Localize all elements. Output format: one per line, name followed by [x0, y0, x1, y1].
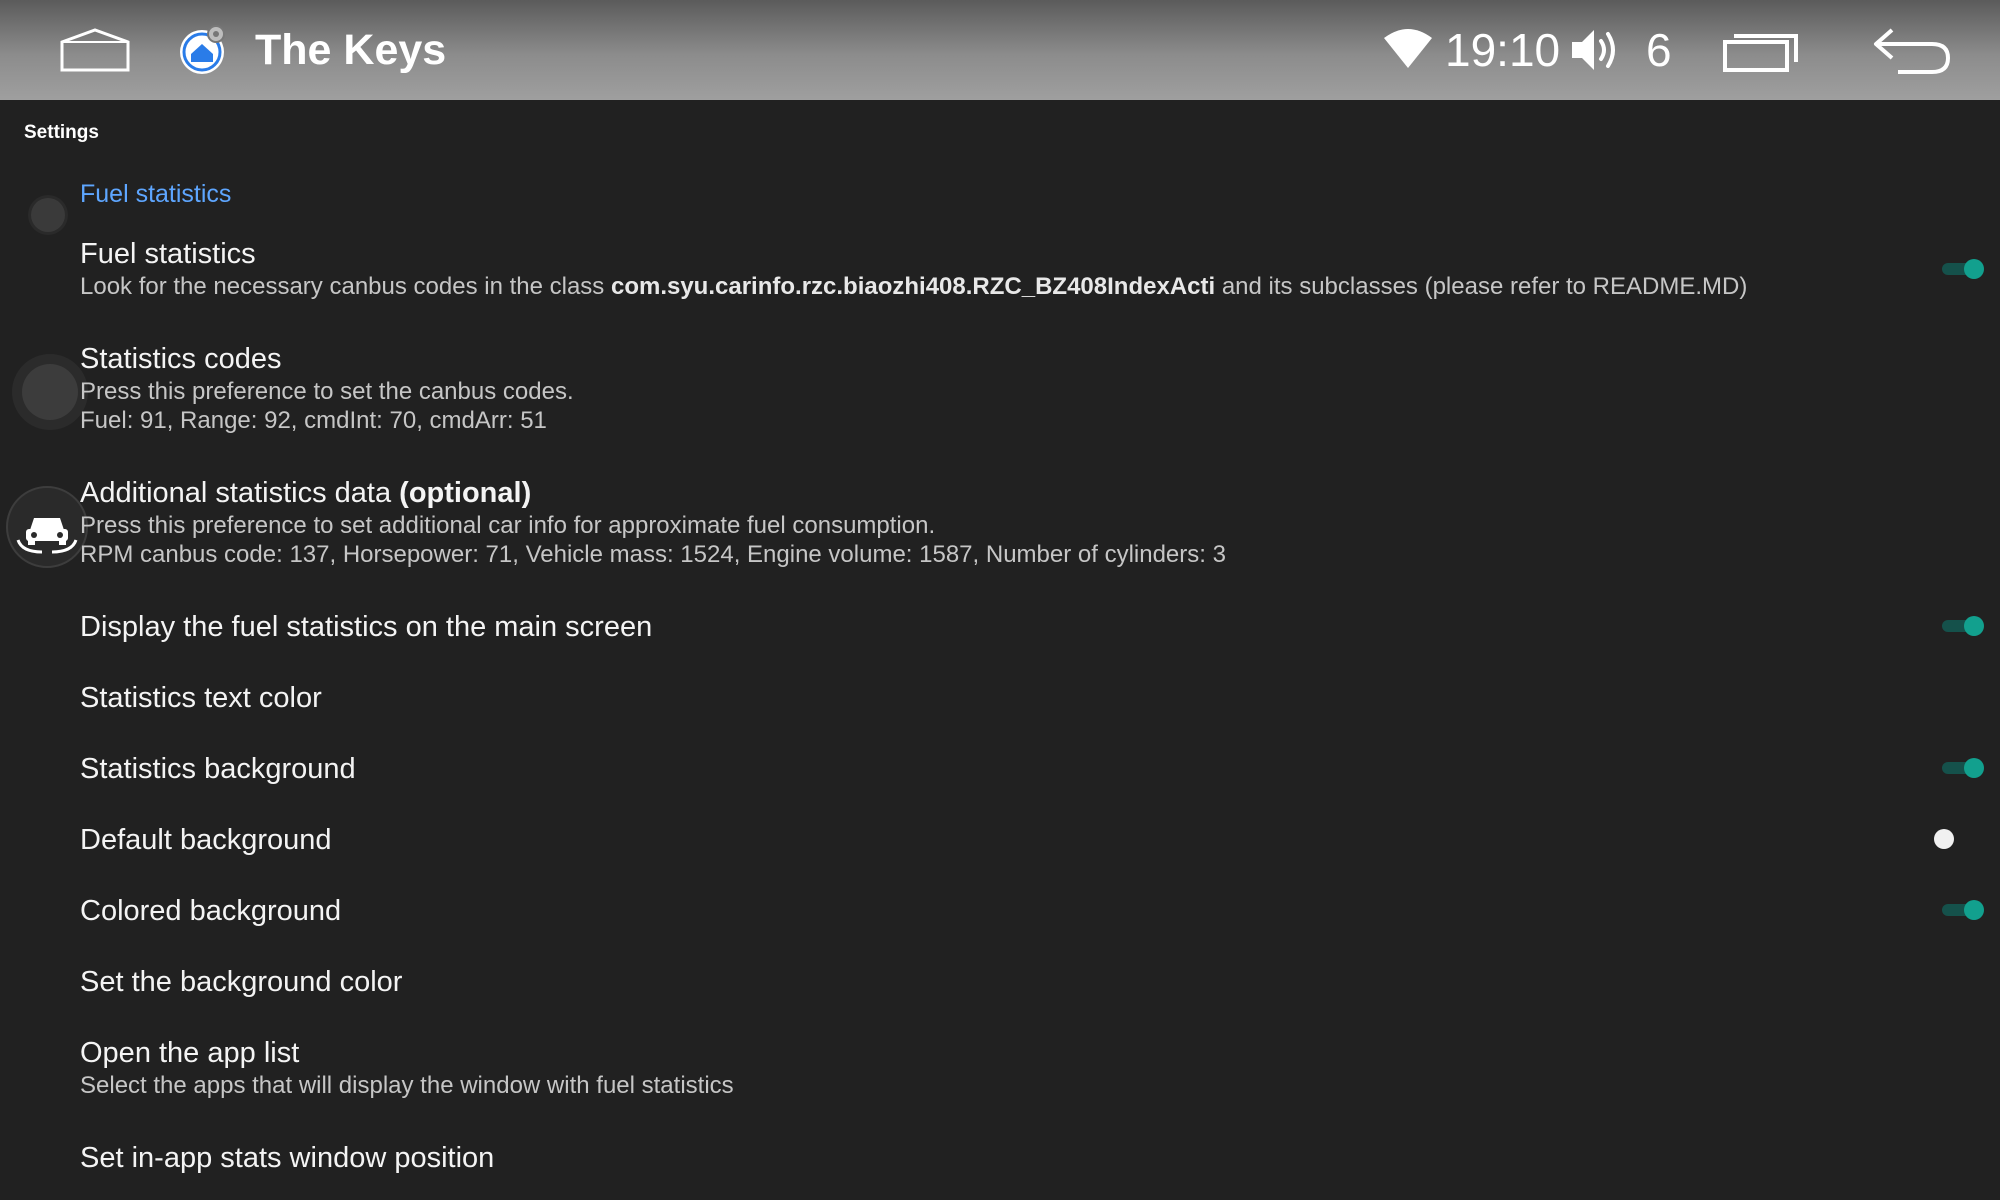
pref-title: Set the background color [80, 966, 403, 998]
pref-summary-line1: Press this preference to set additional … [80, 512, 936, 539]
home-button[interactable] [58, 26, 132, 76]
pref-title: Additional statistics data (optional) [80, 477, 532, 509]
pref-title: Fuel statistics [80, 238, 256, 270]
pref-colored-background[interactable]: Colored background [80, 893, 1900, 929]
pref-title: Statistics text color [80, 682, 322, 714]
pref-summary: Look for the necessary canbus codes in t… [80, 273, 1748, 300]
wifi-icon [1382, 28, 1434, 70]
pref-title: Statistics codes [80, 343, 282, 375]
floating-bubble-small[interactable] [31, 198, 65, 232]
default-background-switch[interactable] [1934, 828, 1974, 850]
top-bar: The Keys 19:10 6 [0, 0, 2000, 100]
pref-title: Colored background [80, 895, 342, 927]
pref-summary-line2: RPM canbus code: 137, Horsepower: 71, Ve… [80, 541, 1226, 568]
statistics-background-switch[interactable] [1940, 757, 1984, 779]
pref-title: Set in-app stats window position [80, 1142, 495, 1174]
pref-title: Default background [80, 824, 332, 856]
pref-title: Open the app list [80, 1037, 300, 1069]
app-title: The Keys [255, 26, 447, 74]
pref-summary-line1: Press this preference to set the canbus … [80, 378, 574, 405]
pref-fuel-statistics[interactable]: Fuel statistics Look for the necessary c… [80, 236, 1900, 301]
pref-window-position[interactable]: Set in-app stats window position [80, 1140, 1900, 1176]
display-main-screen-switch[interactable] [1940, 615, 1984, 637]
pref-summary: Select the apps that will display the wi… [80, 1072, 734, 1099]
pref-statistics-codes[interactable]: Statistics codes Press this preference t… [80, 341, 1900, 435]
pref-additional-statistics[interactable]: Additional statistics data (optional) Pr… [80, 475, 1900, 569]
settings-screen: The Keys 19:10 6 Settings Fuel statistic… [0, 0, 2000, 1200]
pref-default-background[interactable]: Default background [80, 822, 1900, 858]
category-header: Fuel statistics [80, 180, 232, 208]
home-icon [60, 28, 130, 72]
recents-button[interactable] [1722, 28, 1802, 74]
pref-statistics-text-color[interactable]: Statistics text color [80, 680, 1900, 716]
floating-bubble-large[interactable] [12, 354, 88, 430]
back-button[interactable] [1870, 22, 1952, 78]
pref-display-main-screen[interactable]: Display the fuel statistics on the main … [80, 609, 1900, 645]
volume-level: 6 [1646, 24, 1672, 76]
car-icon [16, 518, 78, 554]
breadcrumb: Settings [24, 122, 99, 143]
pref-open-app-list[interactable]: Open the app list Select the apps that w… [80, 1035, 1900, 1100]
back-icon [1874, 28, 1951, 74]
volume-icon [1570, 26, 1622, 74]
pref-summary-line2: Fuel: 91, Range: 92, cmdInt: 70, cmdArr:… [80, 407, 547, 434]
pref-statistics-background[interactable]: Statistics background [80, 751, 1900, 787]
pref-set-background-color[interactable]: Set the background color [80, 964, 1900, 1000]
pref-title: Display the fuel statistics on the main … [80, 611, 653, 643]
app-logo-icon [178, 24, 230, 76]
recents-icon [1723, 34, 1798, 72]
floating-car-bubble[interactable] [6, 486, 88, 568]
fuel-statistics-switch[interactable] [1940, 258, 1984, 280]
clock: 19:10 [1445, 24, 1561, 76]
colored-background-switch[interactable] [1940, 899, 1984, 921]
pref-title: Statistics background [80, 753, 356, 785]
